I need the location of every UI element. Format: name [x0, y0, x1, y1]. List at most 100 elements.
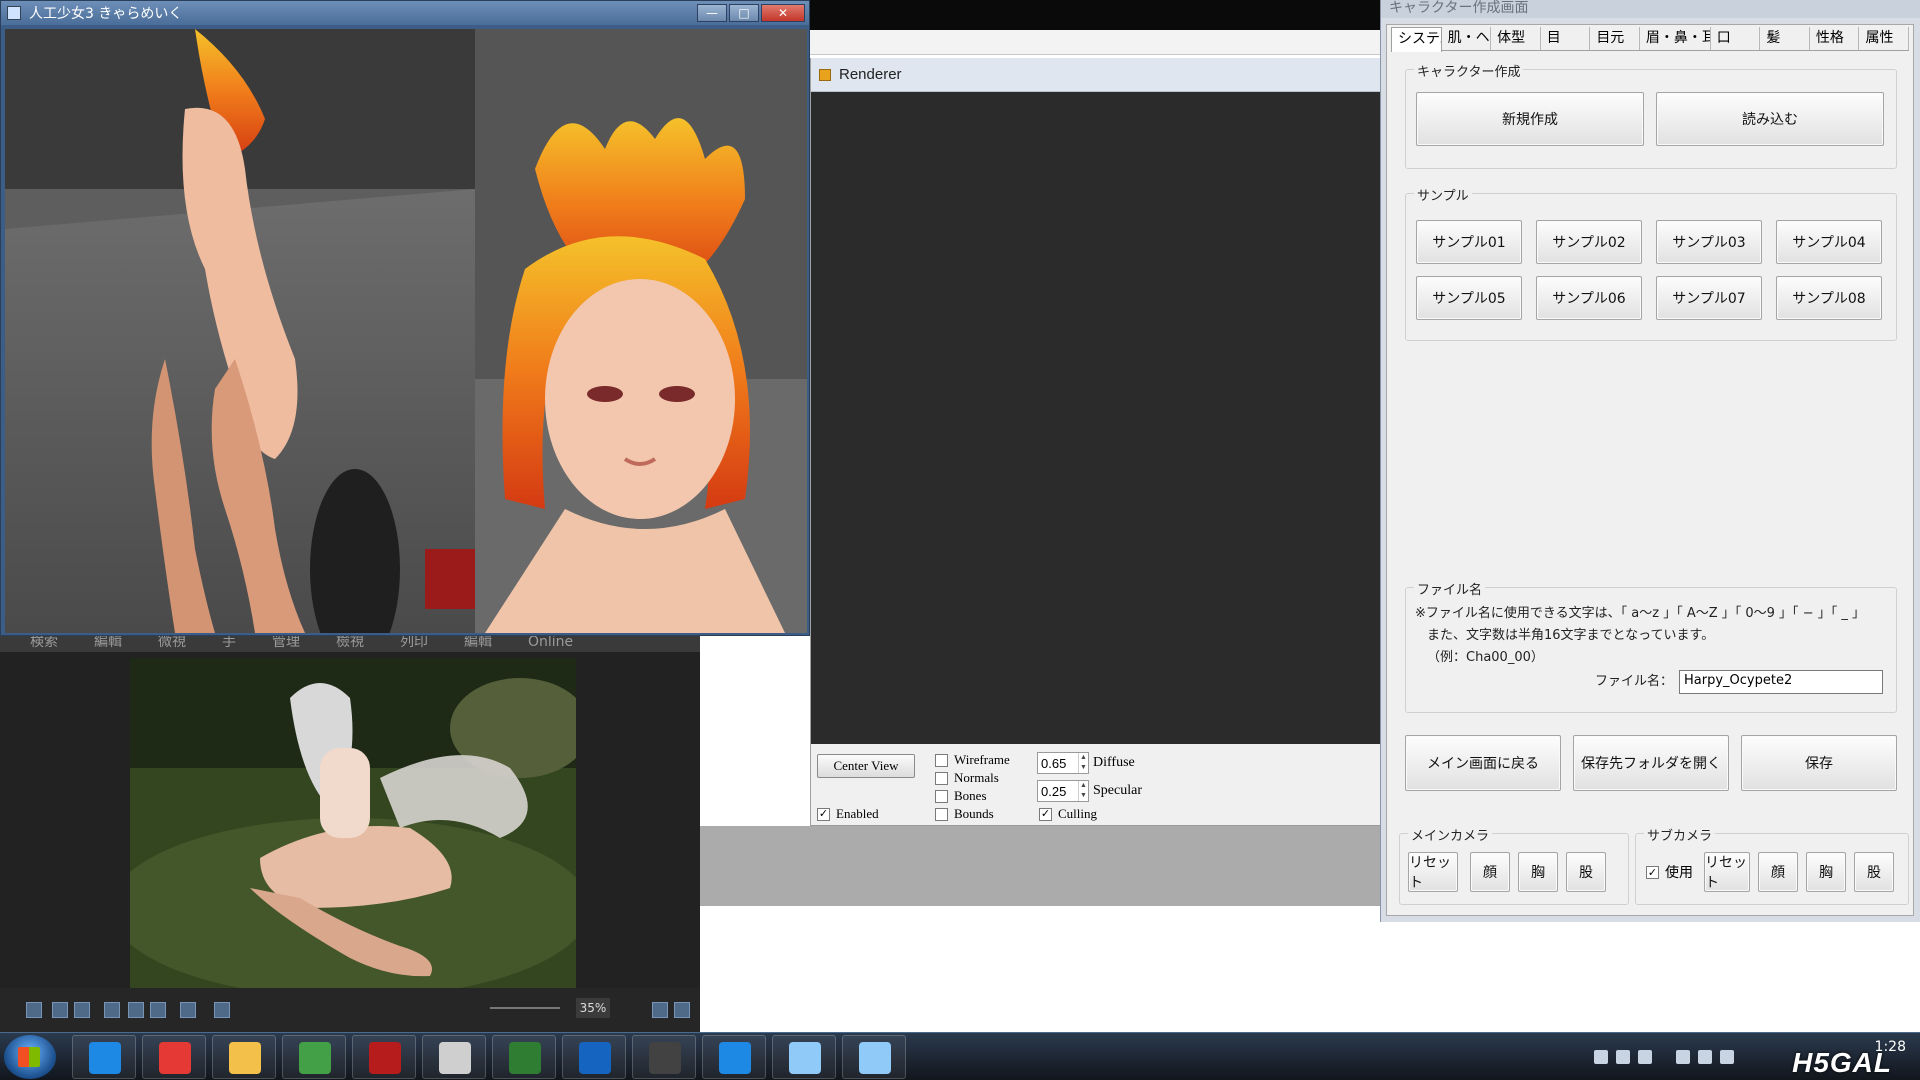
- sample-06-button[interactable]: サンプル06: [1536, 276, 1642, 320]
- filename-field[interactable]: Harpy_Ocypete2: [1679, 670, 1883, 694]
- viewer-menu-item[interactable]: 編輯: [464, 636, 492, 652]
- normals-checkbox[interactable]: Normals: [935, 770, 999, 786]
- specular-spinner[interactable]: 0.25 ▲ ▼: [1037, 780, 1089, 802]
- taskbar-chrome-button[interactable]: [142, 1035, 206, 1079]
- culling-check[interactable]: ✓: [1039, 807, 1052, 821]
- viewer-menu-item[interactable]: Online: [528, 636, 573, 652]
- maximize-icon[interactable]: □: [729, 4, 759, 22]
- renderer-titlebar[interactable]: Renderer: [811, 58, 1380, 92]
- new-character-button[interactable]: 新規作成: [1416, 92, 1644, 146]
- bones-check[interactable]: [935, 789, 948, 803]
- zoom-slider[interactable]: [490, 1007, 560, 1009]
- main-camera-crotch-button[interactable]: 股: [1566, 852, 1606, 892]
- save-button[interactable]: 保存: [1741, 735, 1897, 791]
- flag-tray-icon[interactable]: [1676, 1050, 1690, 1064]
- back-to-main-button[interactable]: メイン画面に戻る: [1405, 735, 1561, 791]
- taskbar-windows-app-button[interactable]: [562, 1035, 626, 1079]
- sample-04-button[interactable]: サンプル04: [1776, 220, 1882, 264]
- taskbar-camera-app-button[interactable]: [632, 1035, 696, 1079]
- minimize-icon[interactable]: —: [697, 4, 727, 22]
- tab-mouth[interactable]: 口: [1710, 27, 1761, 50]
- taskbar-windows-app-2-button[interactable]: [702, 1035, 766, 1079]
- tab-attributes[interactable]: 属性: [1859, 27, 1910, 50]
- sample-07-button[interactable]: サンプル07: [1656, 276, 1762, 320]
- tray-expand-icon[interactable]: [1638, 1050, 1652, 1064]
- culling-checkbox[interactable]: ✓ Culling: [1039, 806, 1097, 822]
- viewer-menu-item[interactable]: 列印: [400, 636, 428, 652]
- viewer-menu-item[interactable]: 検索: [30, 636, 58, 652]
- sample-group-label: サンプル: [1414, 185, 1472, 204]
- open-save-folder-button[interactable]: 保存先フォルダを開く: [1573, 735, 1729, 791]
- main-camera-chest-button[interactable]: 胸: [1518, 852, 1558, 892]
- hand-tool-icon[interactable]: [104, 1002, 120, 1018]
- taskbar-monitor-app-button[interactable]: [492, 1035, 556, 1079]
- taskbar-disk-app-button[interactable]: [772, 1035, 836, 1079]
- sample-08-button[interactable]: サンプル08: [1776, 276, 1882, 320]
- rotate-left-icon[interactable]: [52, 1002, 68, 1018]
- tab-hair[interactable]: 髪: [1760, 27, 1810, 50]
- bounds-check[interactable]: [935, 807, 948, 821]
- character-viewport[interactable]: [5, 29, 807, 633]
- normals-check[interactable]: [935, 771, 948, 785]
- camera-tray-icon[interactable]: [1594, 1050, 1608, 1064]
- sub-camera-crotch-button[interactable]: 股: [1854, 852, 1894, 892]
- taskbar-internet-explorer-button[interactable]: [72, 1035, 136, 1079]
- viewer-menu-item[interactable]: 編輯: [94, 636, 122, 652]
- network-tray-icon[interactable]: [1698, 1050, 1712, 1064]
- tab-personality[interactable]: 性格: [1809, 27, 1860, 50]
- fit-window-icon[interactable]: [652, 1002, 668, 1018]
- main-camera-reset-button[interactable]: リセット: [1408, 852, 1458, 892]
- enabled-checkbox[interactable]: ✓ Enabled: [817, 806, 879, 822]
- globe-icon[interactable]: [214, 1002, 230, 1018]
- tab-system[interactable]: システム: [1391, 27, 1442, 52]
- spinner-arrows-icon[interactable]: ▲ ▼: [1078, 781, 1088, 801]
- taskbar-community-app-button[interactable]: [282, 1035, 346, 1079]
- sample-03-button[interactable]: サンプル03: [1656, 220, 1762, 264]
- diffuse-spinner[interactable]: 0.65 ▲ ▼: [1037, 752, 1089, 774]
- tab-eye-area[interactable]: 目元: [1590, 27, 1640, 50]
- tab-eyes[interactable]: 目: [1540, 27, 1591, 50]
- game-titlebar[interactable]: 人工少女3 きゃらめいく — □ ✕: [1, 1, 809, 25]
- tab-body-type[interactable]: 体型: [1491, 27, 1541, 50]
- wireframe-checkbox[interactable]: Wireframe: [935, 752, 1010, 768]
- enabled-check[interactable]: ✓: [817, 807, 830, 821]
- sub-camera-face-button[interactable]: 顔: [1758, 852, 1798, 892]
- thumbnail-icon[interactable]: [26, 1002, 42, 1018]
- sub-camera-chest-button[interactable]: 胸: [1806, 852, 1846, 892]
- volume-tray-icon[interactable]: [1720, 1050, 1734, 1064]
- viewer-menu-item[interactable]: 檢視: [336, 636, 364, 652]
- select-tool-icon[interactable]: [128, 1002, 144, 1018]
- crop-tool-icon[interactable]: [180, 1002, 196, 1018]
- renderer-viewport[interactable]: [811, 92, 1381, 744]
- wireframe-check[interactable]: [935, 753, 948, 767]
- center-view-button[interactable]: Center View: [817, 754, 915, 778]
- sample-02-button[interactable]: サンプル02: [1536, 220, 1642, 264]
- zoom-level[interactable]: 35%: [576, 998, 610, 1018]
- fullscreen-icon[interactable]: [674, 1002, 690, 1018]
- rotate-right-icon[interactable]: [74, 1002, 90, 1018]
- bounds-checkbox[interactable]: Bounds: [935, 806, 994, 822]
- start-button[interactable]: [4, 1035, 56, 1079]
- close-icon[interactable]: ✕: [761, 4, 805, 22]
- taskbar-game-app-button[interactable]: [422, 1035, 486, 1079]
- load-character-button[interactable]: 読み込む: [1656, 92, 1884, 146]
- sub-camera-use-check[interactable]: ✓: [1646, 865, 1659, 879]
- viewer-menu-item[interactable]: 管理: [272, 636, 300, 652]
- main-camera-face-button[interactable]: 顔: [1470, 852, 1510, 892]
- tab-brow-nose-ear[interactable]: 眉・鼻・耳: [1639, 27, 1711, 50]
- tab-skin-hair[interactable]: 肌・ヘア: [1441, 27, 1492, 50]
- clock[interactable]: 1:28: [1875, 1039, 1906, 1055]
- taskbar-red-app-button[interactable]: [352, 1035, 416, 1079]
- sub-camera-use-checkbox[interactable]: ✓ 使用: [1646, 862, 1693, 882]
- viewer-menu-item[interactable]: 手: [222, 636, 236, 652]
- sample-01-button[interactable]: サンプル01: [1416, 220, 1522, 264]
- viewer-menu-item[interactable]: 微視: [158, 636, 186, 652]
- bones-checkbox[interactable]: Bones: [935, 788, 987, 804]
- sample-05-button[interactable]: サンプル05: [1416, 276, 1522, 320]
- spinner-arrows-icon[interactable]: ▲ ▼: [1078, 753, 1088, 773]
- zoom-tool-icon[interactable]: [150, 1002, 166, 1018]
- taskbar-file-explorer-button[interactable]: [212, 1035, 276, 1079]
- help-tray-icon[interactable]: [1616, 1050, 1630, 1064]
- sub-camera-reset-button[interactable]: リセット: [1704, 852, 1750, 892]
- taskbar-disk-app-2-button[interactable]: [842, 1035, 906, 1079]
